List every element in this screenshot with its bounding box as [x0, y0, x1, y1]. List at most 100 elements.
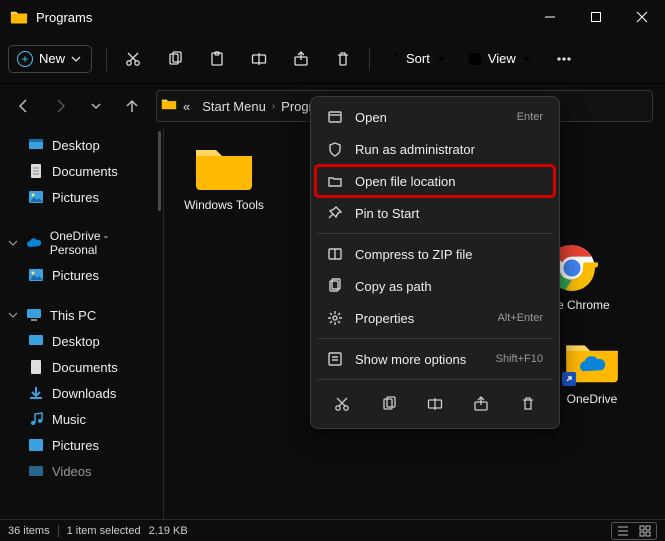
- menu-label: Run as administrator: [355, 142, 543, 157]
- download-icon: [28, 385, 44, 401]
- sidebar-group-thispc[interactable]: This PC: [0, 302, 163, 328]
- menu-label: Open: [355, 110, 505, 125]
- menu-label: Compress to ZIP file: [355, 247, 543, 262]
- window-title: Programs: [36, 10, 527, 25]
- pictures-icon: [28, 189, 44, 205]
- item-label: OneDrive: [567, 392, 618, 406]
- menu-compress[interactable]: Compress to ZIP file: [315, 238, 555, 270]
- desktop-icon: [28, 333, 44, 349]
- details-view-icon[interactable]: [612, 523, 634, 539]
- shield-icon: [327, 141, 343, 157]
- menu-pin-start[interactable]: Pin to Start: [315, 197, 555, 229]
- view-toggle[interactable]: [611, 522, 657, 540]
- status-size: 2.19 KB: [149, 525, 188, 537]
- desktop-icon: [28, 137, 44, 153]
- folder-icon: [192, 142, 256, 194]
- sidebar-item-desktop[interactable]: Desktop: [0, 328, 163, 354]
- delete-button[interactable]: [323, 41, 363, 77]
- mini-rename-button[interactable]: [420, 390, 450, 418]
- crumb-overflow[interactable]: «: [177, 99, 196, 114]
- forward-button[interactable]: [42, 90, 78, 122]
- menu-copy-path[interactable]: Copy as path: [315, 270, 555, 302]
- chevron-down-icon: [8, 310, 18, 320]
- menu-properties[interactable]: Properties Alt+Enter: [315, 302, 555, 334]
- sidebar-item-desktop[interactable]: Desktop: [0, 132, 163, 158]
- status-bar: 36 items 1 item selected 2.19 KB: [0, 519, 665, 541]
- menu-label: Properties: [355, 311, 485, 326]
- paste-button[interactable]: [197, 41, 237, 77]
- title-bar: Programs: [0, 0, 665, 34]
- status-count: 36 items: [8, 525, 50, 537]
- sidebar-item-videos[interactable]: Videos: [0, 458, 163, 484]
- new-button[interactable]: + New: [8, 45, 92, 73]
- sort-label: Sort: [406, 51, 430, 66]
- sidebar-item-documents[interactable]: Documents: [0, 354, 163, 380]
- chevron-down-icon: [8, 238, 18, 248]
- mini-cut-button[interactable]: [327, 390, 357, 418]
- sidebar-item-documents[interactable]: Documents: [0, 158, 163, 184]
- sidebar-label: Pictures: [52, 190, 99, 205]
- toolbar: + New Sort View: [0, 34, 665, 84]
- sidebar-label: This PC: [50, 308, 96, 323]
- more-icon: [327, 351, 343, 367]
- document-icon: [28, 359, 44, 375]
- recent-button[interactable]: [78, 90, 114, 122]
- zip-icon: [327, 246, 343, 262]
- pin-icon: [327, 205, 343, 221]
- menu-shortcut: Shift+F10: [496, 353, 543, 365]
- sidebar-item-music[interactable]: Music: [0, 406, 163, 432]
- menu-label: Copy as path: [355, 279, 543, 294]
- share-button[interactable]: [281, 41, 321, 77]
- sidebar-label: Videos: [52, 464, 92, 479]
- shortcut-icon: [562, 372, 576, 386]
- status-selected: 1 item selected: [67, 525, 141, 537]
- mini-copy-button[interactable]: [374, 390, 404, 418]
- rename-button[interactable]: [239, 41, 279, 77]
- maximize-button[interactable]: [573, 0, 619, 34]
- mini-delete-button[interactable]: [513, 390, 543, 418]
- chevron-down-icon: [436, 54, 446, 64]
- menu-open-file-location[interactable]: Open file location: [315, 165, 555, 197]
- sidebar-group-onedrive[interactable]: OneDrive - Personal: [0, 224, 163, 262]
- pictures-icon: [28, 437, 44, 453]
- item-windows-tools[interactable]: Windows Tools: [174, 142, 274, 312]
- sidebar-item-downloads[interactable]: Downloads: [0, 380, 163, 406]
- context-mini-toolbar: [315, 384, 555, 424]
- minimize-button[interactable]: [527, 0, 573, 34]
- sidebar-item-pictures[interactable]: Pictures: [0, 262, 163, 288]
- sidebar-label: Documents: [52, 164, 118, 179]
- menu-shortcut: Alt+Enter: [497, 312, 543, 324]
- menu-label: Pin to Start: [355, 206, 543, 221]
- sidebar-item-pictures[interactable]: Pictures: [0, 432, 163, 458]
- sidebar-label: Documents: [52, 360, 118, 375]
- menu-show-more[interactable]: Show more options Shift+F10: [315, 343, 555, 375]
- up-button[interactable]: [114, 90, 150, 122]
- mini-share-button[interactable]: [466, 390, 496, 418]
- sort-button[interactable]: Sort: [376, 41, 456, 77]
- new-label: New: [39, 51, 65, 66]
- menu-run-admin[interactable]: Run as administrator: [315, 133, 555, 165]
- back-button[interactable]: [6, 90, 42, 122]
- view-label: View: [488, 51, 516, 66]
- pictures-icon: [28, 267, 44, 283]
- document-icon: [28, 163, 44, 179]
- copy-button[interactable]: [155, 41, 195, 77]
- folder-icon: [10, 10, 28, 24]
- menu-shortcut: Enter: [517, 111, 543, 123]
- sidebar-item-pictures[interactable]: Pictures: [0, 184, 163, 210]
- music-icon: [28, 411, 44, 427]
- context-menu: Open Enter Run as administrator Open fil…: [310, 96, 560, 429]
- breadcrumb-seg[interactable]: Start Menu: [196, 99, 272, 114]
- pc-icon: [26, 307, 42, 323]
- sidebar-label: Pictures: [52, 268, 99, 283]
- sidebar-label: Downloads: [52, 386, 116, 401]
- cut-button[interactable]: [113, 41, 153, 77]
- more-button[interactable]: [544, 41, 584, 77]
- view-button[interactable]: View: [458, 41, 542, 77]
- icons-view-icon[interactable]: [634, 523, 656, 539]
- cloud-icon: [26, 235, 42, 251]
- menu-open[interactable]: Open Enter: [315, 101, 555, 133]
- video-icon: [28, 463, 44, 479]
- close-button[interactable]: [619, 0, 665, 34]
- folder-icon: [161, 98, 177, 114]
